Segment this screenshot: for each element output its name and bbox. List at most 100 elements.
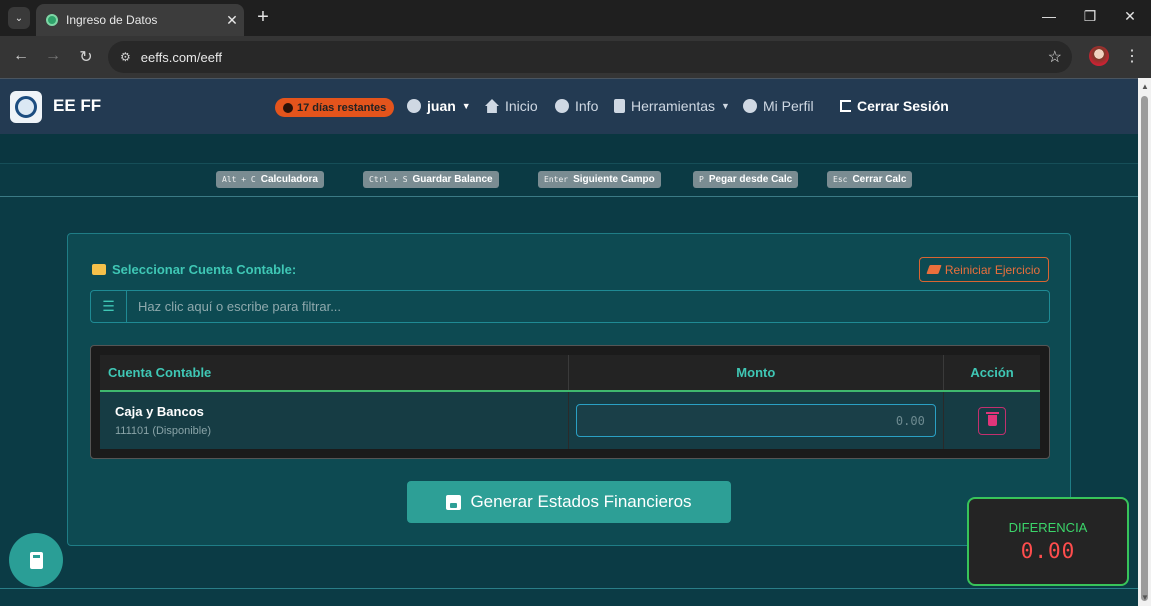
nav-inicio-label: Inicio bbox=[505, 98, 538, 114]
table-header: Cuenta Contable Monto Acción bbox=[100, 355, 1040, 392]
new-tab-button[interactable]: + bbox=[252, 6, 274, 28]
user-circle-icon bbox=[407, 99, 421, 113]
header-spacer bbox=[0, 134, 1138, 164]
info-circle-icon bbox=[555, 99, 569, 113]
section-title: Seleccionar Cuenta Contable: bbox=[92, 262, 296, 277]
accounts-table: Cuenta Contable Monto Acción Caja y Banc… bbox=[90, 345, 1050, 459]
section-title-text: Seleccionar Cuenta Contable: bbox=[112, 262, 297, 277]
difference-panel: DIFERENCIA 0.00 bbox=[967, 497, 1129, 586]
folder-icon bbox=[92, 264, 106, 275]
account-entry-card: Seleccionar Cuenta Contable: Reiniciar E… bbox=[67, 233, 1071, 546]
nav-inicio[interactable]: Inicio bbox=[485, 98, 538, 114]
shortcut-label: Calculadora bbox=[260, 174, 318, 185]
scrollbar-thumb[interactable] bbox=[1141, 96, 1148, 601]
minimize-button[interactable]: — bbox=[1039, 8, 1059, 24]
user-name: juan bbox=[427, 98, 456, 114]
eraser-icon bbox=[926, 265, 942, 274]
shortcut-calculadora: Alt + C Calculadora bbox=[216, 171, 324, 188]
browser-tab[interactable]: Ingreso de Datos ✕ bbox=[36, 4, 244, 36]
url-text[interactable]: eeffs.com/eeff bbox=[141, 50, 1048, 65]
shortcut-label: Guardar Balance bbox=[412, 174, 493, 185]
shortcut-cerrar-calc: Esc Cerrar Calc bbox=[827, 171, 913, 188]
header-cuenta: Cuenta Contable bbox=[100, 355, 569, 390]
reset-exercise-label: Reiniciar Ejercicio bbox=[944, 262, 1041, 277]
forward-button[interactable]: → bbox=[43, 47, 63, 65]
favicon-icon bbox=[46, 14, 58, 26]
nav-herramientas[interactable]: Herramientas ▼ bbox=[614, 98, 730, 114]
caret-down-icon: ▼ bbox=[461, 101, 471, 111]
restore-button[interactable]: ❐ bbox=[1080, 8, 1100, 25]
shortcut-key: Ctrl + S bbox=[369, 175, 408, 184]
browser-tab-bar: ⌄ Ingreso de Datos ✕ + — ❐ ✕ bbox=[0, 0, 1151, 36]
reset-exercise-button[interactable]: Reiniciar Ejercicio bbox=[919, 257, 1049, 282]
amount-input[interactable] bbox=[575, 404, 936, 437]
account-name: Caja y Bancos bbox=[115, 404, 204, 419]
user-dropdown[interactable]: juan ▼ bbox=[407, 98, 471, 114]
table-row: Caja y Bancos 111101 (Disponible) bbox=[100, 392, 1040, 449]
keyboard-shortcuts-bar: Alt + C Calculadora Ctrl + S Guardar Bal… bbox=[0, 164, 1138, 197]
shortcut-label: Siguiente Campo bbox=[573, 174, 655, 185]
footer-divider bbox=[0, 588, 1138, 589]
caret-down-icon: ▼ bbox=[721, 101, 730, 111]
clock-icon bbox=[283, 102, 293, 113]
shortcut-guardar: Ctrl + S Guardar Balance bbox=[363, 171, 499, 188]
app-navbar: EE FF 17 días restantes juan ▼ Inicio In… bbox=[0, 78, 1138, 134]
shortcut-key: Alt + C bbox=[222, 175, 256, 184]
days-remaining-badge: 17 días restantes bbox=[275, 98, 395, 117]
chevron-down-icon: ⌄ bbox=[14, 12, 24, 24]
scroll-up-arrow-icon[interactable]: ▲ bbox=[1141, 82, 1149, 91]
account-code: 111101 (Disponible) bbox=[115, 425, 212, 437]
shortcut-label: Cerrar Calc bbox=[852, 174, 907, 185]
amount-cell bbox=[569, 392, 945, 449]
tab-search-button[interactable]: ⌄ bbox=[8, 7, 30, 29]
list-icon: ☰ bbox=[91, 291, 127, 322]
tab-title: Ingreso de Datos bbox=[66, 13, 158, 27]
nav-mi-perfil-label: Mi Perfil bbox=[763, 98, 814, 114]
nav-info-label: Info bbox=[575, 98, 599, 114]
calculator-icon bbox=[614, 99, 625, 113]
shortcut-key: Esc bbox=[833, 175, 848, 184]
difference-value: 0.00 bbox=[1020, 539, 1076, 563]
shortcut-label: Pegar desde Calc bbox=[708, 174, 793, 185]
tab-close-icon[interactable]: ✕ bbox=[220, 12, 244, 29]
shortcut-pegar: P Pegar desde Calc bbox=[693, 171, 799, 188]
header-accion: Acción bbox=[970, 365, 1014, 380]
delete-row-button[interactable] bbox=[978, 406, 1007, 435]
save-icon bbox=[446, 494, 462, 510]
profile-avatar[interactable] bbox=[1089, 46, 1109, 66]
user-circle-icon bbox=[743, 99, 757, 113]
shortcut-key: P bbox=[699, 175, 704, 184]
sign-out-icon bbox=[840, 100, 851, 112]
account-cell: Caja y Bancos 111101 (Disponible) bbox=[100, 392, 569, 449]
generate-statements-label: Generar Estados Financieros bbox=[470, 492, 692, 511]
address-bar-row: ← → ↻ ⚙ eeffs.com/eeff ☆ ⋮ bbox=[0, 36, 1151, 78]
home-icon bbox=[485, 99, 499, 113]
back-button[interactable]: ← bbox=[11, 47, 31, 65]
nav-info[interactable]: Info bbox=[555, 98, 598, 114]
reload-button[interactable]: ↻ bbox=[76, 47, 96, 67]
page-scrollbar[interactable]: ▲ ▼ bbox=[1138, 78, 1151, 606]
nav-cerrar-sesion[interactable]: Cerrar Sesión bbox=[840, 98, 949, 114]
trash-icon bbox=[985, 412, 999, 426]
logo-emblem-icon bbox=[15, 96, 37, 118]
window-close-button[interactable]: ✕ bbox=[1120, 8, 1140, 25]
bookmark-star-icon[interactable]: ☆ bbox=[1048, 47, 1062, 67]
generate-statements-button[interactable]: Generar Estados Financieros bbox=[407, 481, 731, 523]
browser-menu-icon[interactable]: ⋮ bbox=[1124, 46, 1140, 66]
app-logo[interactable] bbox=[10, 91, 42, 123]
nav-cerrar-sesion-label: Cerrar Sesión bbox=[857, 98, 949, 114]
account-filter[interactable]: ☰ bbox=[90, 290, 1050, 323]
site-info-icon[interactable]: ⚙ bbox=[120, 50, 131, 64]
action-cell bbox=[944, 392, 1040, 449]
header-monto: Monto bbox=[569, 355, 945, 390]
calculator-fab[interactable] bbox=[9, 533, 63, 587]
shortcut-key: Enter bbox=[544, 175, 569, 184]
scroll-down-arrow-icon[interactable]: ▼ bbox=[1141, 593, 1149, 602]
days-remaining-text: 17 días restantes bbox=[297, 101, 387, 114]
difference-label: DIFERENCIA bbox=[1008, 520, 1088, 535]
nav-mi-perfil[interactable]: Mi Perfil bbox=[743, 98, 814, 114]
brand-name[interactable]: EE FF bbox=[53, 96, 101, 116]
account-filter-input[interactable] bbox=[127, 291, 1049, 322]
omnibox[interactable]: ⚙ eeffs.com/eeff ☆ bbox=[108, 41, 1072, 73]
shortcut-siguiente: Enter Siguiente Campo bbox=[538, 171, 661, 188]
